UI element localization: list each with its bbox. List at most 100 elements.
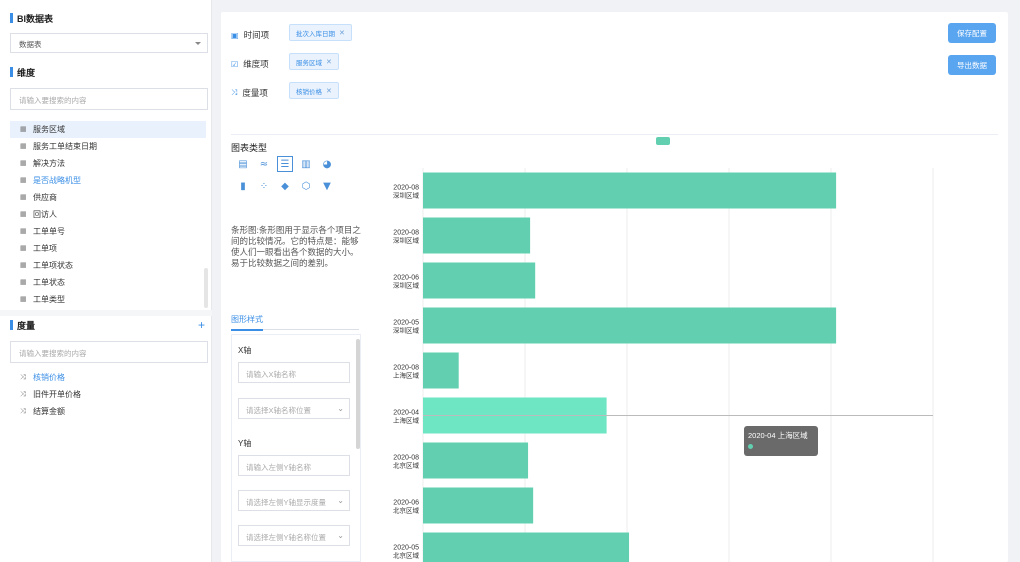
dimension-item-label: 解决方法	[33, 159, 65, 168]
dimension-item[interactable]: ▦ 工单类型	[10, 291, 206, 308]
table-select-value: 数据表	[19, 40, 42, 49]
dimension-label: 维度项	[243, 59, 269, 69]
export-data-button[interactable]: 导出数据	[948, 55, 996, 75]
dimension-item[interactable]: ▦ 供应商	[10, 189, 206, 206]
y-axis-measure-select[interactable]: 请选择左侧Y轴显示度量 ⌄	[238, 490, 350, 511]
chart-bar[interactable]	[423, 307, 837, 344]
y-axis-measure-placeholder: 请选择左侧Y轴显示度量	[246, 498, 327, 507]
table-field-icon: ▦	[20, 210, 27, 218]
dimension-item-label: 供应商	[33, 193, 57, 202]
y-axis-name-input[interactable]: 请输入左侧Y轴名称	[238, 455, 350, 476]
measure-label: 度量项	[242, 88, 268, 98]
chart-bar[interactable]	[423, 262, 536, 299]
time-label: 时间项	[243, 30, 270, 40]
measure-item[interactable]: ⤨ 旧件开单价格	[10, 386, 206, 403]
measure-item-label: 结算金额	[33, 407, 65, 416]
measure-list: ⤨ 核销价格 ⤨ 旧件开单价格 ⤨ 结算金额	[10, 369, 206, 420]
measure-tag[interactable]: 核销价格 ✕	[289, 82, 339, 99]
y-tick-label: 北京区域	[393, 461, 420, 470]
radar-icon[interactable]: ⬡	[298, 178, 314, 194]
chart-bar[interactable]	[423, 532, 630, 562]
dimension-item[interactable]: ▦ 工单单号	[10, 223, 206, 240]
time-tag[interactable]: 批次入库日期 ✕	[289, 24, 352, 41]
table-field-icon: ▦	[20, 125, 27, 133]
y-tick-label: 北京区域	[393, 551, 420, 560]
dimension-item[interactable]: ▦ 是否战略机型	[10, 172, 206, 189]
column-chart-icon[interactable]: ▥	[298, 156, 314, 172]
table-icon[interactable]: ▤	[235, 156, 251, 172]
y-axis-position-select[interactable]: 请选择左侧Y轴名称位置 ⌄	[238, 525, 350, 546]
chevron-down-icon: ⌄	[337, 404, 344, 413]
dimension-list: ▦ 服务区域 ▦ 服务工单结束日期 ▦ 解决方法 ▦ 是否战略机型 ▦ 供应商 ▦ 回访人 ▦ 工单单号 ▦…	[10, 121, 206, 308]
remove-time-tag-icon[interactable]: ✕	[339, 29, 345, 37]
x-axis-name-input[interactable]: 请输入X轴名称	[238, 362, 350, 383]
measure-title: 度量	[10, 319, 35, 332]
tab-graphic-style[interactable]: 图形样式	[231, 314, 263, 331]
chart-bar[interactable]	[423, 217, 531, 254]
add-measure-icon[interactable]: +	[198, 318, 205, 332]
dimension-item[interactable]: ▦ 解决方法	[10, 155, 206, 172]
chart-bar[interactable]	[423, 487, 534, 524]
dimension-search-input[interactable]: 请输入要搜索的内容	[10, 88, 208, 110]
dimension-item[interactable]: ▦ 回访人	[10, 206, 206, 223]
chart-bar[interactable]	[423, 172, 837, 209]
sidebar: BI数据表 数据表 维度 请输入要搜索的内容 ▦ 服务区域 ▦ 服务工单结束日期 ▦ 解决…	[0, 0, 212, 562]
measure-search-input[interactable]: 请输入要搜索的内容	[10, 341, 208, 363]
scatter-icon[interactable]: ⁘	[256, 178, 272, 194]
remove-measure-tag-icon[interactable]: ✕	[326, 87, 332, 95]
measure-row: ⤨ 度量项	[231, 87, 268, 99]
table-select[interactable]: 数据表	[10, 33, 208, 53]
y-tick-label: 北京区域	[393, 506, 420, 515]
dimension-item[interactable]: ▦ 服务区域	[10, 121, 206, 138]
y-tick-label: 2020-08	[393, 455, 419, 462]
chart-bar[interactable]	[423, 352, 459, 389]
measure-item[interactable]: ⤨ 结算金额	[10, 403, 206, 420]
table-field-icon: ▦	[20, 261, 27, 269]
y-tick-label: 2020-05	[393, 545, 419, 552]
dimension-tag[interactable]: 服务区域 ✕	[289, 53, 339, 70]
pie-chart-icon[interactable]: ◕	[319, 156, 335, 172]
y-tick-label: 2020-08	[393, 230, 419, 237]
funnel-icon[interactable]: ▼	[319, 178, 335, 194]
dimension-item[interactable]: ▦ 工单状态	[10, 274, 206, 291]
dimension-title: 维度	[10, 66, 35, 79]
y-tick-label: 上海区域	[393, 371, 420, 380]
chevron-down-icon	[195, 42, 201, 45]
chart-bar[interactable]	[423, 442, 529, 479]
dimension-item[interactable]: ▦ 工单项状态	[10, 257, 206, 274]
y-tick-label: 2020-08	[393, 185, 419, 192]
chart-tooltip: 2020-04 上海区域	[744, 426, 818, 456]
y-tick-label: 深圳区域	[393, 191, 420, 200]
y-tick-label: 2020-08	[393, 365, 419, 372]
chevron-down-icon: ⌄	[337, 496, 344, 505]
y-axis-label: Y轴	[238, 439, 252, 448]
dimension-item[interactable]: ▦ 工单项	[10, 240, 206, 257]
dimension-row: ☑ 维度项	[231, 58, 269, 70]
measure-item[interactable]: ⤨ 核销价格	[10, 369, 206, 386]
chevron-down-icon: ⌄	[337, 531, 344, 540]
dimension-item-label: 工单状态	[33, 278, 65, 287]
bar-chart: 2020-08深圳区域2020-08深圳区域2020-06深圳区域2020-05…	[393, 168, 934, 562]
divider	[231, 134, 998, 135]
candlestick-icon[interactable]: ▮	[235, 178, 251, 194]
measure-item-label: 核销价格	[33, 373, 65, 382]
y-tick-label: 2020-04	[393, 410, 419, 417]
dimension-item[interactable]: ▦ 服务工单结束日期	[10, 138, 206, 155]
x-axis-position-placeholder: 请选择X轴名称位置	[246, 406, 312, 415]
dimension-item-label: 服务区域	[33, 125, 65, 134]
remove-dimension-tag-icon[interactable]: ✕	[326, 58, 332, 66]
calendar-icon: ▣	[231, 30, 239, 40]
save-config-button[interactable]: 保存配置	[948, 23, 996, 43]
bar-chart-icon[interactable]: ☰	[277, 156, 293, 172]
measure-icon: ⤨	[20, 373, 26, 381]
dimension-scrollbar[interactable]	[204, 268, 208, 308]
measure-tag-label: 核销价格	[296, 88, 322, 96]
table-field-icon: ▦	[20, 142, 27, 150]
x-axis-position-select[interactable]: 请选择X轴名称位置 ⌄	[238, 398, 350, 419]
chart-type-grid: ▤ ≈ ☰ ▥ ◕ ▮ ⁘ ◆ ⬡ ▼	[235, 156, 337, 196]
measure-icon: ⤨	[231, 88, 238, 97]
checkbox-icon: ☑	[231, 59, 239, 69]
form-scrollbar[interactable]	[356, 339, 360, 449]
line-chart-icon[interactable]: ≈	[256, 156, 272, 172]
map-icon[interactable]: ◆	[277, 178, 293, 194]
